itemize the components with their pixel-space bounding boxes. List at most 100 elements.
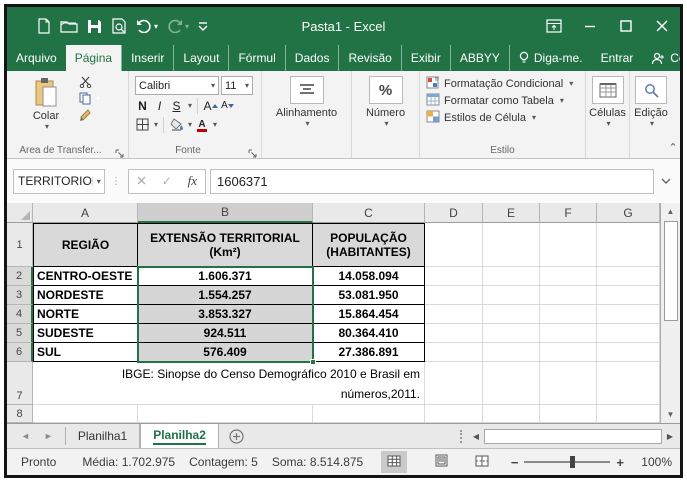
scroll-left-icon[interactable]: ◀ [468,427,484,445]
font-size-select[interactable]: 11 ▾ [221,76,253,95]
cell-d7[interactable] [425,362,483,405]
column-header-e[interactable]: E [483,203,540,223]
cell-b8[interactable] [138,405,313,423]
horizontal-scroll-thumb[interactable] [484,428,662,444]
cell-c6[interactable]: 27.386.891 [313,343,425,362]
font-color-button[interactable]: A [194,116,209,133]
ribbon-display-options-icon[interactable] [536,7,572,45]
vertical-scrollbar[interactable]: ▲ ▼ [660,203,680,423]
font-size-dropdown-icon[interactable]: ▾ [245,81,249,90]
horizontal-scrollbar[interactable]: ◀ ▶ [254,424,680,448]
cell-d5[interactable] [425,324,483,343]
cells-button[interactable]: Células ▾ [586,76,629,128]
row-header-8[interactable]: 8 [7,405,33,423]
column-header-b[interactable]: B [138,203,313,223]
view-page-break-button[interactable] [469,451,495,473]
redo-dropdown-icon[interactable]: ▾ [185,22,189,31]
cell-e2[interactable] [483,267,540,286]
formula-bar-resize-handle[interactable]: ⋮ [109,176,124,186]
close-icon[interactable] [644,7,680,45]
column-header-d[interactable]: D [425,203,483,223]
italic-button[interactable]: I [152,97,167,114]
cell-g2[interactable] [597,267,660,286]
cell-b5[interactable]: 924.511 [138,324,313,343]
fill-color-dropdown-icon[interactable]: ▾ [188,120,192,129]
copy-dropdown-icon[interactable]: ▾ [96,94,100,103]
cell-c5[interactable]: 80.364.410 [313,324,425,343]
cell-g7[interactable] [597,362,660,405]
cell-e4[interactable] [483,305,540,324]
sheet-nav-right-icon[interactable]: ► [44,431,53,441]
font-color-dropdown-icon[interactable]: ▾ [213,120,217,129]
cell-b3[interactable]: 1.554.257 [138,286,313,305]
cell-f3[interactable] [540,286,597,305]
cell-a1[interactable]: REGIÃO [33,223,138,267]
bold-button[interactable]: N [135,97,150,114]
cell-e7[interactable] [483,362,540,405]
cell-a5[interactable]: SUDESTE [33,324,138,343]
fill-color-button[interactable] [169,116,184,133]
insert-function-button[interactable]: fx [188,173,197,189]
add-sheet-icon[interactable] [219,424,254,448]
editing-button[interactable]: Edição ▾ [630,76,672,128]
cell-e5[interactable] [483,324,540,343]
cell-a3[interactable]: NORDESTE [33,286,138,305]
tab-dados[interactable]: Dados [286,45,340,71]
vertical-scroll-thumb[interactable] [663,221,678,321]
cell-g5[interactable] [597,324,660,343]
tab-inserir[interactable]: Inserir [121,45,175,71]
zoom-level[interactable]: 100% [634,455,672,469]
formula-input[interactable]: 1606371 [210,168,654,194]
tab-formulas[interactable]: Fórmul [229,45,286,71]
cell-e8[interactable] [483,405,540,423]
expand-formula-bar-icon[interactable] [658,178,674,184]
sheet-tab-planilha2[interactable]: Planilha2 [140,424,219,448]
paste-button[interactable]: Colar ▾ [23,77,69,131]
row-header-4[interactable]: 4 [7,305,33,324]
sheet-tab-planilha1[interactable]: Planilha1 [66,424,141,448]
scroll-up-icon[interactable]: ▲ [661,203,680,220]
cell-f7[interactable] [540,362,597,405]
tab-layout[interactable]: Layout [174,45,230,71]
tab-revisao[interactable]: Revisão [339,45,402,71]
tab-pagina-inicial[interactable]: Página [65,45,122,71]
conditional-formatting-button[interactable]: Formatação Condicional ▾ [426,75,585,92]
cell-g4[interactable] [597,305,660,324]
cell-c3[interactable]: 53.081.950 [313,286,425,305]
font-dialog-launcher-icon[interactable] [248,145,258,158]
scroll-down-icon[interactable]: ▼ [661,406,680,423]
cell-e3[interactable] [483,286,540,305]
cell-a7-footnote[interactable]: IBGE: Sinopse do Censo Demográfico 2010 … [33,362,425,405]
decrease-font-button[interactable]: A [220,97,235,114]
zoom-out-icon[interactable]: − [511,455,519,470]
cell-f5[interactable] [540,324,597,343]
tab-exibir[interactable]: Exibir [402,45,451,71]
font-name-select[interactable]: Calibri ▾ [135,76,219,95]
cell-d8[interactable] [425,405,483,423]
row-header-3[interactable]: 3 [7,286,33,305]
share-button[interactable]: Compartilhar [642,45,680,71]
clipboard-dialog-launcher-icon[interactable] [115,145,125,158]
column-header-g[interactable]: G [597,203,660,223]
cancel-icon[interactable] [137,174,146,188]
tell-me-box[interactable]: Diga-me. [510,45,592,71]
collapse-ribbon-icon[interactable]: ˆ [671,141,675,156]
cell-f4[interactable] [540,305,597,324]
new-document-icon[interactable] [37,18,51,34]
view-page-layout-button[interactable] [429,451,455,473]
hscroll-resize-handle[interactable] [460,429,462,443]
cell-c8[interactable] [313,405,425,423]
column-header-a[interactable]: A [33,203,138,223]
open-folder-icon[interactable] [60,19,78,33]
print-preview-icon[interactable] [111,17,127,35]
view-normal-button[interactable] [381,451,408,473]
scroll-right-icon[interactable]: ▶ [662,427,678,445]
redo-icon[interactable]: ▾ [167,19,189,33]
cell-b4[interactable]: 3.853.327 [138,305,313,324]
cell-d3[interactable] [425,286,483,305]
cell-f1[interactable] [540,223,597,267]
name-box-dropdown-icon[interactable]: ▾ [91,176,101,186]
undo-icon[interactable]: ▾ [136,19,158,33]
cell-g8[interactable] [597,405,660,423]
cell-a8[interactable] [33,405,138,423]
